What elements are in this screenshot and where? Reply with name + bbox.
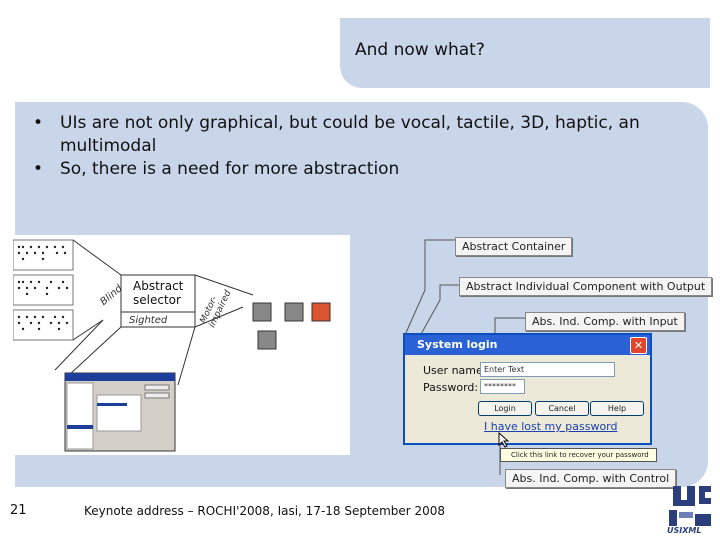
link-tooltip: Click this link to recover your password: [500, 448, 657, 462]
bullet-item: • UIs are not only graphical, but could …: [33, 112, 693, 158]
callout-abstract-container: Abstract Container: [455, 237, 573, 256]
password-field[interactable]: ********: [480, 379, 525, 394]
password-label: Password:: [423, 381, 479, 394]
username-label: User name:: [423, 364, 487, 377]
callout-control: Abs. Ind. Comp. with Control: [505, 469, 677, 488]
login-button[interactable]: Login: [478, 401, 532, 416]
username-field[interactable]: Enter Text: [480, 362, 615, 377]
slide-title: And now what?: [355, 40, 485, 60]
help-button[interactable]: Help: [590, 401, 644, 416]
logo-caption: USIXML: [667, 526, 702, 535]
cancel-button[interactable]: Cancel: [535, 401, 589, 416]
close-icon[interactable]: ✕: [630, 337, 647, 354]
cursor-icon: [498, 432, 510, 448]
usixml-logo: USIXML: [665, 482, 717, 538]
gui-screenshot: [64, 372, 176, 452]
dialog-title: System login: [417, 338, 498, 351]
bullet-text: UIs are not only graphical, but could be…: [60, 113, 640, 156]
bullet-item: • So, there is a need for more abstracti…: [33, 158, 693, 181]
sighted-label: Sighted: [129, 315, 168, 326]
abstract-selector-label: Abstract selector: [133, 279, 184, 307]
bullet-dot: •: [33, 113, 44, 133]
page-number: 21: [10, 503, 27, 518]
bullet-text: So, there is a need for more abstraction: [60, 159, 400, 179]
footer-text: Keynote address – ROCHI'2008, Iasi, 17-1…: [84, 504, 446, 518]
bullet-list: • UIs are not only graphical, but could …: [33, 112, 693, 181]
abstraction-illustration: Abstract selector Blind Sighted Motor- i…: [12, 235, 350, 455]
callout-input: Abs. Ind. Comp. with Input: [525, 312, 685, 331]
bullet-dot: •: [33, 159, 44, 179]
callout-individual-output: Abstract Individual Component with Outpu…: [459, 277, 713, 296]
illustration-graphic: [12, 239, 331, 452]
button-squares: [252, 302, 331, 350]
dialog-titlebar: System login ✕: [405, 335, 650, 355]
braille-cells: [12, 239, 74, 341]
